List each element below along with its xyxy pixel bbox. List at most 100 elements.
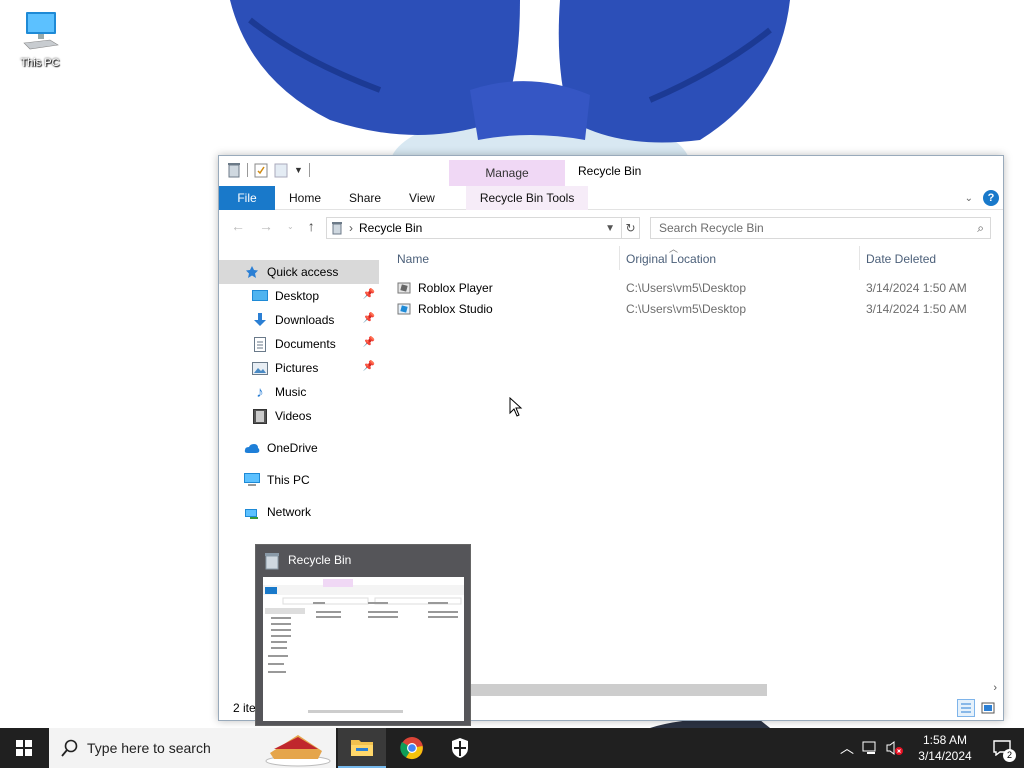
back-arrow-icon[interactable]: ← [231,218,245,236]
forward-arrow-icon[interactable]: → [259,218,273,236]
breadcrumb-chevron-icon: › [349,221,353,235]
qat-dropdown-icon[interactable]: ▼ [294,165,303,175]
computer-icon [23,12,59,50]
column-divider[interactable] [859,246,860,270]
picture-icon [251,360,269,376]
tab-file[interactable]: File [219,186,275,210]
title-bar[interactable]: ▼ Manage Recycle Bin [219,156,1003,187]
column-headers: ︿ Name Original Location Date Deleted [389,244,1003,270]
file-original-location: C:\Users\vm5\Desktop [626,302,747,316]
qat-separator [247,163,248,177]
recycle-bin-icon [332,222,342,235]
network-icon [243,504,261,520]
network-status-icon[interactable] [862,740,880,756]
nav-item-pictures[interactable]: Pictures 📌 [219,356,379,380]
file-explorer-icon [351,740,373,756]
manage-contextual-tab[interactable]: Manage [449,160,565,187]
file-date-deleted: 3/14/2024 1:50 AM [866,302,967,316]
column-header-date-deleted[interactable]: Date Deleted [866,252,936,266]
taskbar-search-placeholder: Type here to search [87,740,211,756]
address-dropdown-icon[interactable]: ▼ [605,223,615,234]
nav-item-desktop[interactable]: Desktop 📌 [219,284,379,308]
nav-label: Desktop [275,289,320,303]
taskbar-file-explorer[interactable] [338,728,386,768]
computer-icon [243,472,261,488]
recycle-bin-icon [264,552,280,573]
nav-item-this-pc[interactable]: This PC [219,468,379,492]
chrome-icon [400,737,423,760]
qat-separator [308,163,310,177]
show-hidden-icons-icon[interactable]: ︿ [840,738,854,758]
ribbon-controls: ⌄ ? [965,190,999,206]
nav-label: Downloads [275,313,335,327]
nav-item-downloads[interactable]: Downloads 📌 [219,308,379,332]
nav-item-quick-access[interactable]: Quick access [219,260,379,284]
column-header-name[interactable]: Name [397,252,429,266]
action-center-button[interactable]: 2 [980,728,1024,768]
new-folder-icon[interactable] [274,162,288,178]
column-header-original-location[interactable]: Original Location [626,252,716,266]
address-field[interactable]: › Recycle Bin ▼ ↻ [326,217,640,239]
scroll-right-arrow-icon[interactable]: › [993,682,997,694]
recent-dropdown-icon[interactable]: ⌄ [287,218,294,236]
details-view-icon[interactable] [957,699,975,717]
tab-share[interactable]: Share [335,186,395,210]
up-arrow-icon[interactable]: ↑ [308,218,315,236]
roblox-player-icon [397,280,411,297]
start-button[interactable] [0,728,48,768]
film-icon [251,408,269,424]
window-title: Recycle Bin [578,164,642,178]
clock-date: 3/14/2024 [918,749,972,763]
nav-item-network[interactable]: Network [219,500,379,524]
navigation-buttons: ← → ⌄ ↑ [231,218,315,236]
properties-icon[interactable] [254,162,268,178]
taskbar-thumbnail-preview[interactable]: Recycle Bin [255,544,471,726]
large-icons-view-icon[interactable] [979,699,997,717]
clock[interactable]: 1:58 AM 3/14/2024 [910,732,980,764]
star-icon [243,264,261,280]
music-note-icon: ♪ [256,383,264,401]
pin-icon: 📌 [362,313,375,324]
breadcrumb-recycle-bin[interactable]: Recycle Bin [359,221,422,235]
view-toggle [957,699,997,717]
search-placeholder: Search Recycle Bin [659,221,764,235]
item-count: 2 ite [233,701,256,715]
search-input[interactable]: Search Recycle Bin ⌕ [650,217,991,239]
nav-label: Videos [275,409,312,423]
nav-item-documents[interactable]: Documents 📌 [219,332,379,356]
nav-label: Network [267,505,312,519]
file-row[interactable]: Roblox Studio C:\Users\vm5\Desktop 3/14/… [389,298,1003,319]
nav-item-music[interactable]: ♪ Music [219,380,379,404]
nav-label: This PC [267,473,310,487]
tab-home[interactable]: Home [275,186,335,210]
column-divider[interactable] [619,246,620,270]
volume-muted-icon[interactable] [886,740,904,756]
thumbnail-window-preview [263,577,464,721]
tab-view[interactable]: View [395,186,449,210]
tab-recycle-bin-tools[interactable]: Recycle Bin Tools [465,186,589,210]
nav-label: Pictures [275,361,319,375]
file-name: Roblox Studio [418,302,493,316]
nav-item-videos[interactable]: Videos [219,404,379,428]
clock-time: 1:58 AM [922,733,968,747]
file-row[interactable]: Roblox Player C:\Users\vm5\Desktop 3/14/… [389,277,1003,298]
desktop-icon-label: This PC [20,57,60,69]
recycle-bin-icon [228,163,240,178]
expand-ribbon-icon[interactable]: ⌄ [965,193,973,204]
taskbar-chrome[interactable] [388,728,436,768]
desktop-icon-this-pc[interactable]: This PC [12,10,68,69]
taskbar-search-box[interactable]: Type here to search [49,728,336,768]
desktop-icon [251,288,269,304]
ribbon-tabs: File Home Share View Recycle Bin Tools [219,186,1003,210]
refresh-icon[interactable]: ↻ [621,218,639,238]
mouse-cursor-icon [509,397,523,417]
download-arrow-icon [251,312,269,328]
nav-item-onedrive[interactable]: OneDrive [219,436,379,460]
nav-label: Documents [275,337,336,351]
quick-access-toolbar: ▼ [227,162,310,178]
horizontal-scrollbar[interactable]: › [469,682,999,696]
scrollbar-thumb[interactable] [469,684,767,696]
file-original-location: C:\Users\vm5\Desktop [626,281,747,295]
taskbar-windows-security[interactable] [436,728,484,768]
help-icon[interactable]: ? [983,190,999,206]
